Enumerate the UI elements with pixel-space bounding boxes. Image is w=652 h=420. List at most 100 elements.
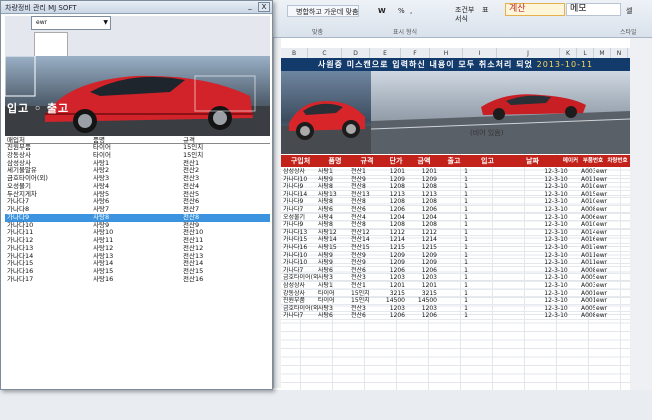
table-cell[interactable]	[486, 198, 516, 206]
table-cell[interactable]: 12-3-10	[536, 259, 576, 267]
table-cell[interactable]: 삼성상사	[283, 282, 318, 290]
table-cell[interactable]: 1	[461, 183, 471, 191]
table-cell[interactable]: ewr	[596, 305, 621, 313]
table-cell[interactable]	[486, 244, 516, 252]
table-cell[interactable]: 1208	[381, 221, 405, 229]
table-cell[interactable]: 오성물기	[283, 214, 318, 222]
table-cell[interactable]: 1213	[381, 191, 405, 199]
table-cell[interactable]: ewr	[596, 183, 621, 191]
table-cell[interactable]: 가나다7	[283, 267, 318, 275]
table-row[interactable]: 가나다10 사탕9 전산9 1209 1209 1 12-3-10 A011 ewr	[281, 176, 630, 184]
table-row[interactable]: 금호타이어(외) 사탕3 전산3 1203 1203 1 12-3-10 A005 ewr	[281, 274, 630, 282]
table-cell[interactable]: 사탕15	[318, 244, 351, 252]
list-item[interactable]: 가나다10 사탕9 전산9	[5, 221, 270, 230]
table-cell[interactable]: 12-3-10	[536, 305, 576, 313]
vehicle-select[interactable]: ewr ▼	[31, 16, 111, 30]
table-cell[interactable]: 1213	[411, 191, 437, 199]
table-cell[interactable]: ewr	[596, 221, 621, 229]
list-item[interactable]: 두산지게차 사탕5 전산5	[5, 190, 270, 199]
table-cell[interactable]: 12-3-10	[536, 221, 576, 229]
table-cell[interactable]	[486, 176, 516, 184]
table-cell[interactable]	[486, 214, 516, 222]
table-cell[interactable]: 타이어	[318, 297, 351, 305]
table-cell[interactable]: A001	[581, 297, 595, 305]
table-cell[interactable]: 3215	[411, 290, 437, 298]
table-cell[interactable]	[486, 236, 516, 244]
table-cell[interactable]: 가나다14	[283, 191, 318, 199]
table-cell[interactable]: 12-3-10	[536, 312, 576, 320]
table-cell[interactable]: ewr	[596, 236, 621, 244]
table-cell[interactable]: A006	[581, 214, 595, 222]
table-cell[interactable]: 12-3-10	[536, 198, 576, 206]
table-cell[interactable]: 전산6	[351, 267, 381, 275]
window-titlebar[interactable]: 차량정비 관리 MJ SOFT _ X	[1, 1, 272, 14]
table-cell[interactable]	[486, 282, 516, 290]
table-cell[interactable]: A005	[581, 274, 595, 282]
table-cell[interactable]: 1214	[411, 236, 437, 244]
parts-list-rows[interactable]: 진원부품 타이어 15인치 강동상사 타이어 15인치 삼성상사 사탕1 전산1 세기물말유 사탕2…	[5, 143, 270, 284]
table-cell[interactable]: 전산8	[351, 198, 381, 206]
table-cell[interactable]: 12-3-10	[536, 183, 576, 191]
table-cell[interactable]: 전산9	[351, 252, 381, 260]
table-cell[interactable]: 1	[461, 206, 471, 214]
table-row[interactable]: 삼성상사 사탕1 전산1 1201 1201 1 12-3-10 A003 ewr	[281, 282, 630, 290]
table-cell[interactable]: 강동상사	[283, 290, 318, 298]
table-row[interactable]: 진원부품 타이어 15인치 14500 14500 1 12-3-10 A001 ewr	[281, 297, 630, 305]
table-cell[interactable]: 12-3-10	[536, 229, 576, 237]
table-row[interactable]: 가나다7 사탕6 전산6 1206 1206 1 12-3-10 A008 ewr	[281, 312, 630, 320]
table-cell[interactable]: 1	[461, 282, 471, 290]
table-cell[interactable]: 12-3-10	[536, 252, 576, 260]
table-cell[interactable]: 12-3-10	[536, 282, 576, 290]
number-format-dropdown[interactable]: W	[378, 7, 386, 15]
list-item[interactable]: 가나다8 사탕7 전산7	[5, 205, 270, 214]
table-cell[interactable]: 1209	[381, 259, 405, 267]
table-cell[interactable]: 사탕4	[318, 214, 351, 222]
table-cell[interactable]: A015	[581, 191, 595, 199]
table-cell[interactable]: 1	[461, 198, 471, 206]
table-cell[interactable]: ewr	[596, 191, 621, 199]
table-row[interactable]: 가나다13 사탕12 전산12 1212 1212 1 12-3-10 A014 ewr	[281, 229, 630, 237]
table-cell[interactable]: 1212	[381, 229, 405, 237]
list-item[interactable]: 금호타이어(외) 사탕3 전산3	[5, 174, 270, 183]
close-button[interactable]: X	[258, 2, 270, 12]
list-item[interactable]: 가나다15 사탕14 전산14	[5, 259, 270, 268]
table-cell[interactable]: 가나다7	[283, 312, 318, 320]
table-cell[interactable]: 14500	[411, 297, 437, 305]
table-cell[interactable]: A014	[581, 229, 595, 237]
table-cell[interactable]: ewr	[596, 252, 621, 260]
table-cell[interactable]: 1215	[381, 244, 405, 252]
table-cell[interactable]: 사탕1	[318, 168, 351, 176]
table-cell[interactable]	[486, 305, 516, 313]
table-cell[interactable]: 1206	[411, 206, 437, 214]
table-cell[interactable]	[486, 312, 516, 320]
table-cell[interactable]: 1	[461, 290, 471, 298]
table-cell[interactable]: 1201	[411, 168, 437, 176]
table-cell[interactable]: 1	[461, 191, 471, 199]
table-cell[interactable]: 12-3-10	[536, 297, 576, 305]
table-cell[interactable]: 전산12	[351, 229, 381, 237]
parts-list[interactable]: 매입처 품명 규격 진원부품 타이어 15인치 강동상사 타이어 15인치 삼성상사 사탕1 전…	[5, 136, 270, 388]
table-cell[interactable]: 12-3-10	[536, 206, 576, 214]
table-row[interactable]: 가나다9 사탕8 전산8 1208 1208 1 12-3-10 A010 ewr	[281, 198, 630, 206]
list-item[interactable]: 가나다14 사탕13 전산13	[5, 252, 270, 261]
table-cell[interactable]: 15인치	[351, 297, 381, 305]
list-item[interactable]: 가나다17 사탕16 전산16	[5, 275, 270, 284]
table-cell[interactable]: 14500	[381, 297, 405, 305]
table-cell[interactable]: A003	[581, 282, 595, 290]
table-cell[interactable]: 1209	[411, 259, 437, 267]
table-cell[interactable]: A011	[581, 252, 595, 260]
table-cell[interactable]: 1208	[381, 183, 405, 191]
table-cell[interactable]	[486, 221, 516, 229]
table-cell[interactable]: 1214	[381, 236, 405, 244]
table-cell[interactable]: 사탕14	[318, 236, 351, 244]
table-cell[interactable]: ewr	[596, 297, 621, 305]
table-cell[interactable]: ewr	[596, 244, 621, 252]
table-cell[interactable]: 전산9	[351, 259, 381, 267]
table-cell[interactable]: 전산4	[351, 214, 381, 222]
table-cell[interactable]: A016	[581, 236, 595, 244]
table-cell[interactable]: 1215	[411, 244, 437, 252]
table-cell[interactable]: 12-3-10	[536, 214, 576, 222]
table-cell[interactable]: ewr	[596, 312, 621, 320]
table-format-button[interactable]: 표	[482, 5, 488, 15]
table-cell[interactable]: 가나다16	[283, 244, 318, 252]
